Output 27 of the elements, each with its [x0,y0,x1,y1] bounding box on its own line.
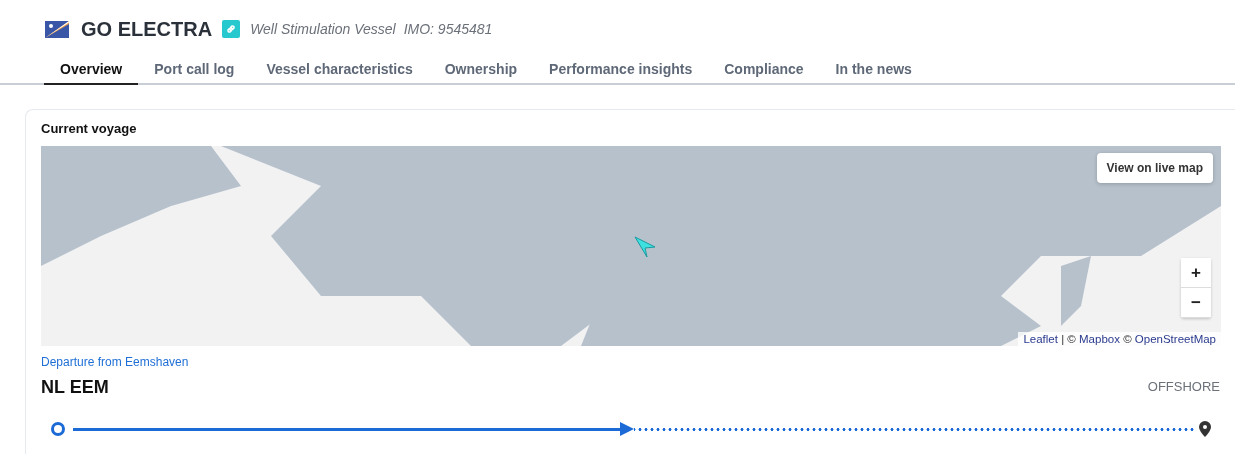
departure-port: NL EEM [41,377,110,398]
tab[interactable]: Performance insights [533,55,709,85]
section-title: Current voyage [41,121,138,136]
tab[interactable]: Ownership [428,55,534,85]
destination-label: OFFSHORE [1147,379,1220,394]
departure-link[interactable]: Departure from Eemshaven [41,355,189,369]
tab[interactable]: Vessel characteristics [250,55,429,85]
vessel-type: Well Stimulation Vessel [250,21,396,37]
tab[interactable]: Port call log [138,55,251,85]
live-map-button[interactable]: View on live map [1096,153,1213,183]
flag-icon [45,20,69,38]
link-icon[interactable] [222,20,241,38]
zoom-in-button[interactable]: + [1181,258,1211,288]
ship-marker-icon [633,235,657,259]
attribution-link[interactable]: Mapbox [1079,333,1120,345]
tab[interactable]: In the news [819,55,928,85]
location-pin-icon [1199,421,1211,437]
attribution-text: | © [1060,333,1077,345]
attribution-text: © [1122,333,1133,345]
tab[interactable]: Compliance [708,55,820,85]
attribution-link[interactable]: Leaflet [1023,333,1058,345]
imo-number: IMO: 9545481 [403,21,493,37]
zoom-out-button[interactable]: − [1181,288,1211,318]
vessel-name: GO ELECTRA [81,17,213,41]
tab[interactable]: Overview [44,55,139,85]
origin-icon [51,422,65,436]
attribution-link[interactable]: OpenStreetMap [1134,333,1216,345]
